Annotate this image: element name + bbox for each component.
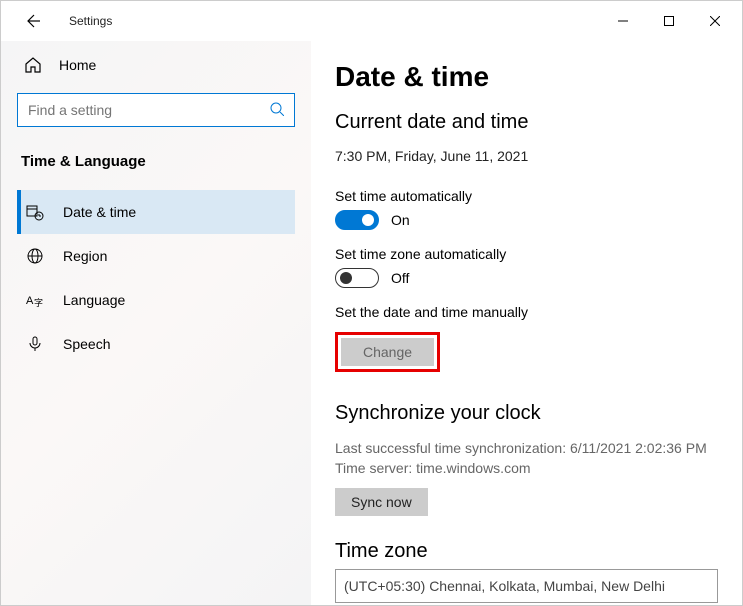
nav-item-label: Language [63, 292, 125, 308]
window-title: Settings [69, 14, 112, 28]
date-time-icon [25, 202, 45, 222]
nav-item-label: Speech [63, 336, 110, 352]
auto-time-toggle[interactable] [335, 210, 379, 230]
sidebar: Home Time & Language Date & time Region … [1, 41, 311, 605]
svg-text:A: A [26, 295, 34, 307]
sync-last: Last successful time synchronization: 6/… [335, 439, 718, 459]
current-datetime: 7:30 PM, Friday, June 11, 2021 [335, 148, 718, 164]
nav-item-label: Region [63, 248, 107, 264]
auto-tz-state: Off [391, 270, 409, 286]
auto-time-label: Set time automatically [335, 188, 718, 204]
nav-date-time[interactable]: Date & time [17, 190, 295, 234]
sync-server: Time server: time.windows.com [335, 459, 718, 479]
change-highlight: Change [335, 332, 440, 372]
back-arrow-icon [24, 13, 40, 29]
svg-text:字: 字 [34, 297, 43, 308]
search-box[interactable] [17, 93, 295, 127]
home-link[interactable]: Home [17, 41, 295, 93]
manual-label: Set the date and time manually [335, 304, 718, 320]
nav-speech[interactable]: Speech [17, 322, 295, 366]
tz-dropdown[interactable]: (UTC+05:30) Chennai, Kolkata, Mumbai, Ne… [335, 569, 718, 603]
speech-icon [25, 334, 45, 354]
page-title: Date & time [335, 61, 718, 93]
home-label: Home [59, 57, 96, 73]
minimize-button[interactable] [600, 6, 646, 36]
search-icon [270, 102, 284, 119]
region-icon [25, 246, 45, 266]
auto-tz-label: Set time zone automatically [335, 246, 718, 262]
change-button[interactable]: Change [341, 338, 434, 366]
sync-now-button[interactable]: Sync now [335, 488, 428, 516]
language-icon: A字 [25, 290, 45, 310]
titlebar: Settings [1, 1, 742, 41]
maximize-button[interactable] [646, 6, 692, 36]
back-button[interactable] [17, 6, 47, 36]
tz-value: (UTC+05:30) Chennai, Kolkata, Mumbai, Ne… [344, 578, 665, 594]
home-icon [23, 55, 43, 75]
current-date-heading: Current date and time [335, 111, 718, 134]
nav-item-label: Date & time [63, 204, 136, 220]
search-input[interactable] [28, 102, 270, 118]
sync-heading: Synchronize your clock [335, 402, 718, 425]
section-title: Time & Language [21, 153, 295, 170]
nav-region[interactable]: Region [17, 234, 295, 278]
tz-heading: Time zone [335, 540, 718, 563]
window-controls [600, 6, 738, 36]
content-pane: Date & time Current date and time 7:30 P… [311, 41, 742, 605]
auto-tz-toggle[interactable] [335, 268, 379, 288]
close-button[interactable] [692, 6, 738, 36]
auto-time-state: On [391, 212, 410, 228]
nav-language[interactable]: A字 Language [17, 278, 295, 322]
